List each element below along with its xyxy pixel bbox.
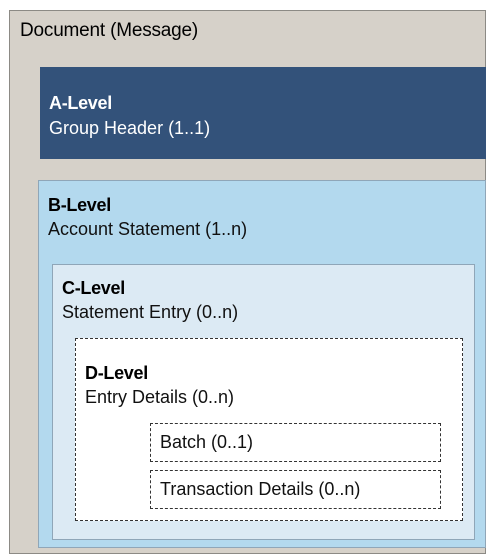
level-b-name: B-Level: [48, 195, 111, 215]
level-a-name: A-Level: [49, 93, 112, 113]
level-c-name: C-Level: [62, 278, 125, 298]
level-b-desc: Account Statement (1..n): [48, 219, 248, 239]
level-d-name: D-Level: [85, 363, 148, 383]
level-c-desc: Statement Entry (0..n): [62, 302, 239, 322]
document-title: Document (Message): [20, 20, 199, 41]
level-d-desc: Entry Details (0..n): [85, 387, 235, 407]
transaction-details-block: Transaction Details (0..n): [150, 470, 441, 509]
level-a-desc: Group Header (1..1): [49, 118, 211, 138]
batch-block: Batch (0..1): [150, 423, 441, 462]
